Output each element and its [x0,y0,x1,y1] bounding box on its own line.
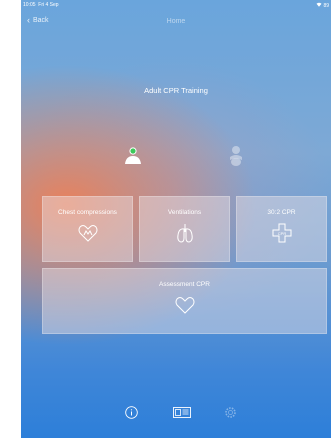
chest-compressions-tile[interactable]: Chest compressions [42,196,133,262]
info-icon [125,406,138,419]
heart-hands-icon [78,225,97,242]
assessment-cpr-tile[interactable]: Assessment CPR [42,268,327,334]
cpr-30-2-tile[interactable]: 30:2 CPR CPR [236,196,327,262]
infant-mode-button[interactable] [226,145,246,167]
manual-icon [173,407,191,418]
info-button[interactable] [125,406,138,424]
status-right: 89 [316,2,329,9]
adult-mode-button[interactable] [123,145,143,165]
tile-label: 30:2 CPR [267,209,296,216]
settings-icon [225,407,236,418]
ventilations-tile[interactable]: Ventilations [139,196,230,262]
tile-label: Assessment CPR [159,281,210,288]
cpr-cross-icon: CPR [272,223,291,243]
page-title: Adult CPR Training [144,86,208,95]
tile-label: Chest compressions [58,209,117,216]
ipad-screen: 10:05 Fri 4 Sep 89 ‹ Back Home Adult CPR… [21,0,331,438]
settings-button[interactable] [224,406,237,424]
status-bar: 10:05 Fri 4 Sep 89 [21,0,331,12]
manual-button[interactable] [173,406,191,424]
active-dot [130,148,136,154]
adult-icon [125,147,141,164]
nav-title: Home [166,18,186,25]
tile-label: Ventilations [167,209,202,216]
infant-icon [230,146,242,166]
heart-icon [175,297,194,314]
lungs-icon [176,224,193,243]
battery-percent: 89 [323,3,329,9]
status-time: 10:05 Fri 4 Sep [23,2,59,8]
svg-text:CPR: CPR [277,231,286,236]
